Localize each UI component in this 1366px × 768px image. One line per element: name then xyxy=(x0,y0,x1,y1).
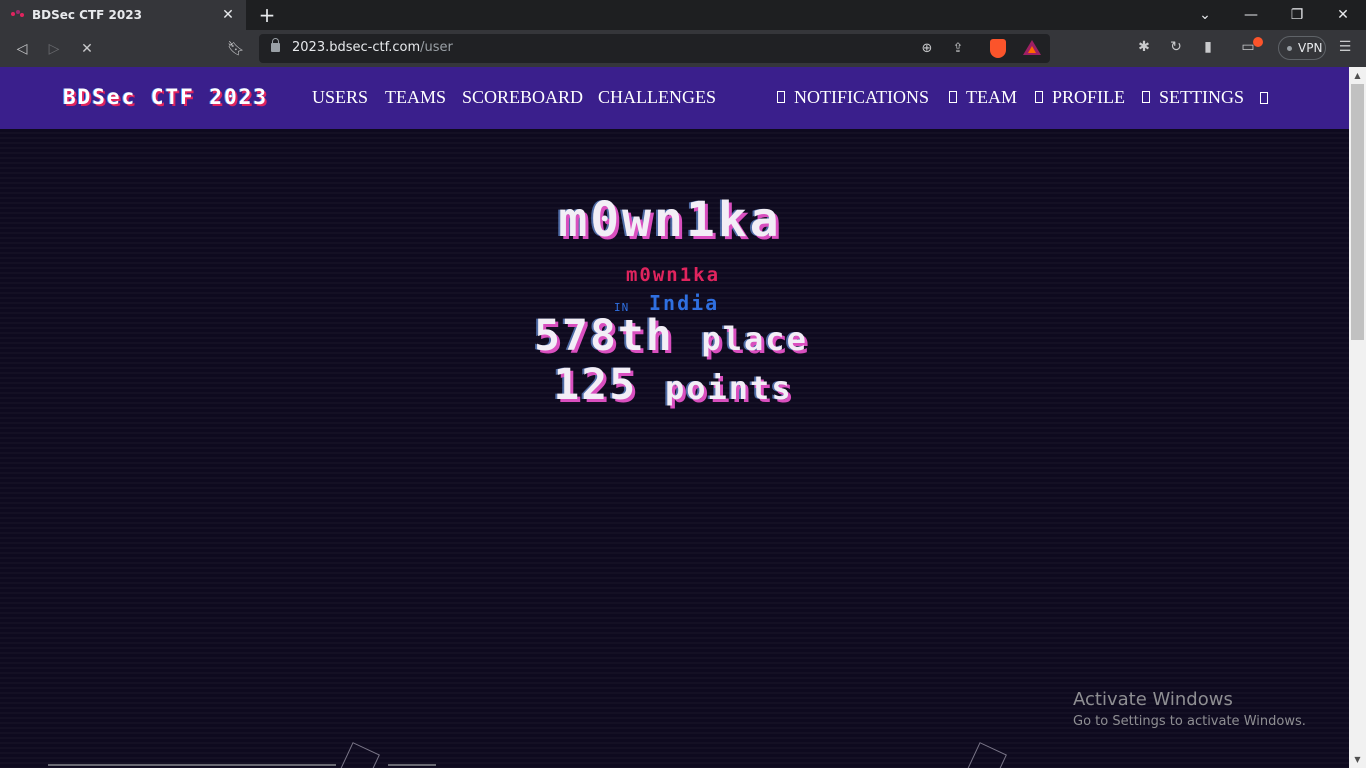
new-tab-icon[interactable]: + xyxy=(256,3,278,27)
browser-tab[interactable]: BDSec CTF 2023 ✕ xyxy=(0,0,246,30)
bottom-divider-mid xyxy=(388,764,436,766)
nav-scoreboard[interactable]: SCOREBOARD xyxy=(462,87,583,108)
nav-profile[interactable]: PROFILE xyxy=(1035,87,1125,108)
decor-square-left xyxy=(340,742,380,768)
address-bar[interactable]: 2023.bdsec-ctf.com/user ⊕ ⇪ xyxy=(259,34,1050,63)
share-icon[interactable]: ⇪ xyxy=(949,40,967,58)
points-word: points xyxy=(664,369,793,407)
bell-icon xyxy=(777,91,785,103)
sidebar-icon[interactable]: ▮ xyxy=(1198,37,1218,57)
lock-icon[interactable] xyxy=(271,38,280,52)
user-icon xyxy=(1035,91,1043,103)
user-affiliation: m0wn1ka xyxy=(625,264,721,286)
zoom-icon[interactable]: ⊕ xyxy=(918,40,936,58)
user-name-heading: m0wn1ka xyxy=(558,192,782,248)
nav-settings[interactable]: SETTINGS xyxy=(1142,87,1244,108)
points-number: 125 xyxy=(553,360,638,410)
tab-title: BDSec CTF 2023 xyxy=(32,8,142,22)
scroll-up-icon[interactable]: ▲ xyxy=(1349,67,1366,84)
back-icon[interactable]: ◁ xyxy=(11,38,33,60)
site-navbar: BDSec CTF 2023 USERS TEAMS SCOREBOARD CH… xyxy=(0,67,1349,129)
brave-shields-icon[interactable] xyxy=(990,39,1006,58)
tab-search-chevron-icon[interactable]: ⌄ xyxy=(1182,0,1228,30)
brave-rewards-icon[interactable] xyxy=(1023,40,1041,55)
decor-square-right xyxy=(967,742,1007,768)
page-scrollbar[interactable]: ▲ ▼ xyxy=(1349,67,1366,768)
close-tab-icon[interactable]: ✕ xyxy=(220,7,236,23)
nav-challenges[interactable]: CHALLENGES xyxy=(598,87,716,108)
team-icon xyxy=(949,91,957,103)
gear-icon xyxy=(1142,91,1150,103)
scroll-down-icon[interactable]: ▼ xyxy=(1349,751,1366,768)
menu-icon[interactable]: ☰ xyxy=(1335,37,1355,57)
bookmark-icon[interactable]: 🔖︎ xyxy=(225,38,247,60)
tab-strip: BDSec CTF 2023 ✕ + ⌄ — ❐ ✕ xyxy=(0,0,1366,30)
activation-subtitle: Go to Settings to activate Windows. xyxy=(1073,714,1306,729)
wallet-badge xyxy=(1253,37,1263,47)
browser-toolbar: ◁ ▷ ✕ 🔖︎ 2023.bdsec-ctf.com/user ⊕ ⇪ xyxy=(0,30,1366,67)
nav-team[interactable]: TEAM xyxy=(949,87,1017,108)
bottom-divider-left xyxy=(48,764,336,766)
site-favicon-icon xyxy=(10,8,24,22)
user-points: 125 points xyxy=(553,360,792,410)
nav-teams[interactable]: TEAMS xyxy=(385,87,446,108)
user-place: 578th place xyxy=(534,311,808,361)
minimize-icon[interactable]: — xyxy=(1228,0,1274,30)
activation-title: Activate Windows xyxy=(1073,689,1233,710)
sync-icon[interactable]: ↻ xyxy=(1166,37,1186,57)
close-window-icon[interactable]: ✕ xyxy=(1320,0,1366,30)
site-brand[interactable]: BDSec CTF 2023 xyxy=(63,85,268,109)
scroll-thumb[interactable] xyxy=(1351,84,1364,340)
vpn-button[interactable]: VPN xyxy=(1278,36,1326,60)
page-content: BDSec CTF 2023 USERS TEAMS SCOREBOARD CH… xyxy=(0,67,1349,768)
windows-activation-watermark: Activate Windows Go to Settings to activ… xyxy=(1073,689,1306,729)
extensions-icon[interactable]: ✱ xyxy=(1134,37,1154,57)
restore-icon[interactable]: ❐ xyxy=(1274,0,1320,30)
logout-icon[interactable] xyxy=(1260,92,1268,104)
place-number: 578th xyxy=(534,311,674,361)
url-text: 2023.bdsec-ctf.com/user xyxy=(292,40,453,55)
forward-icon[interactable]: ▷ xyxy=(43,38,65,60)
place-word: place xyxy=(701,320,808,358)
nav-notifications[interactable]: NOTIFICATIONS xyxy=(777,87,929,108)
nav-users[interactable]: USERS xyxy=(312,87,368,108)
stop-loading-icon[interactable]: ✕ xyxy=(76,38,98,60)
